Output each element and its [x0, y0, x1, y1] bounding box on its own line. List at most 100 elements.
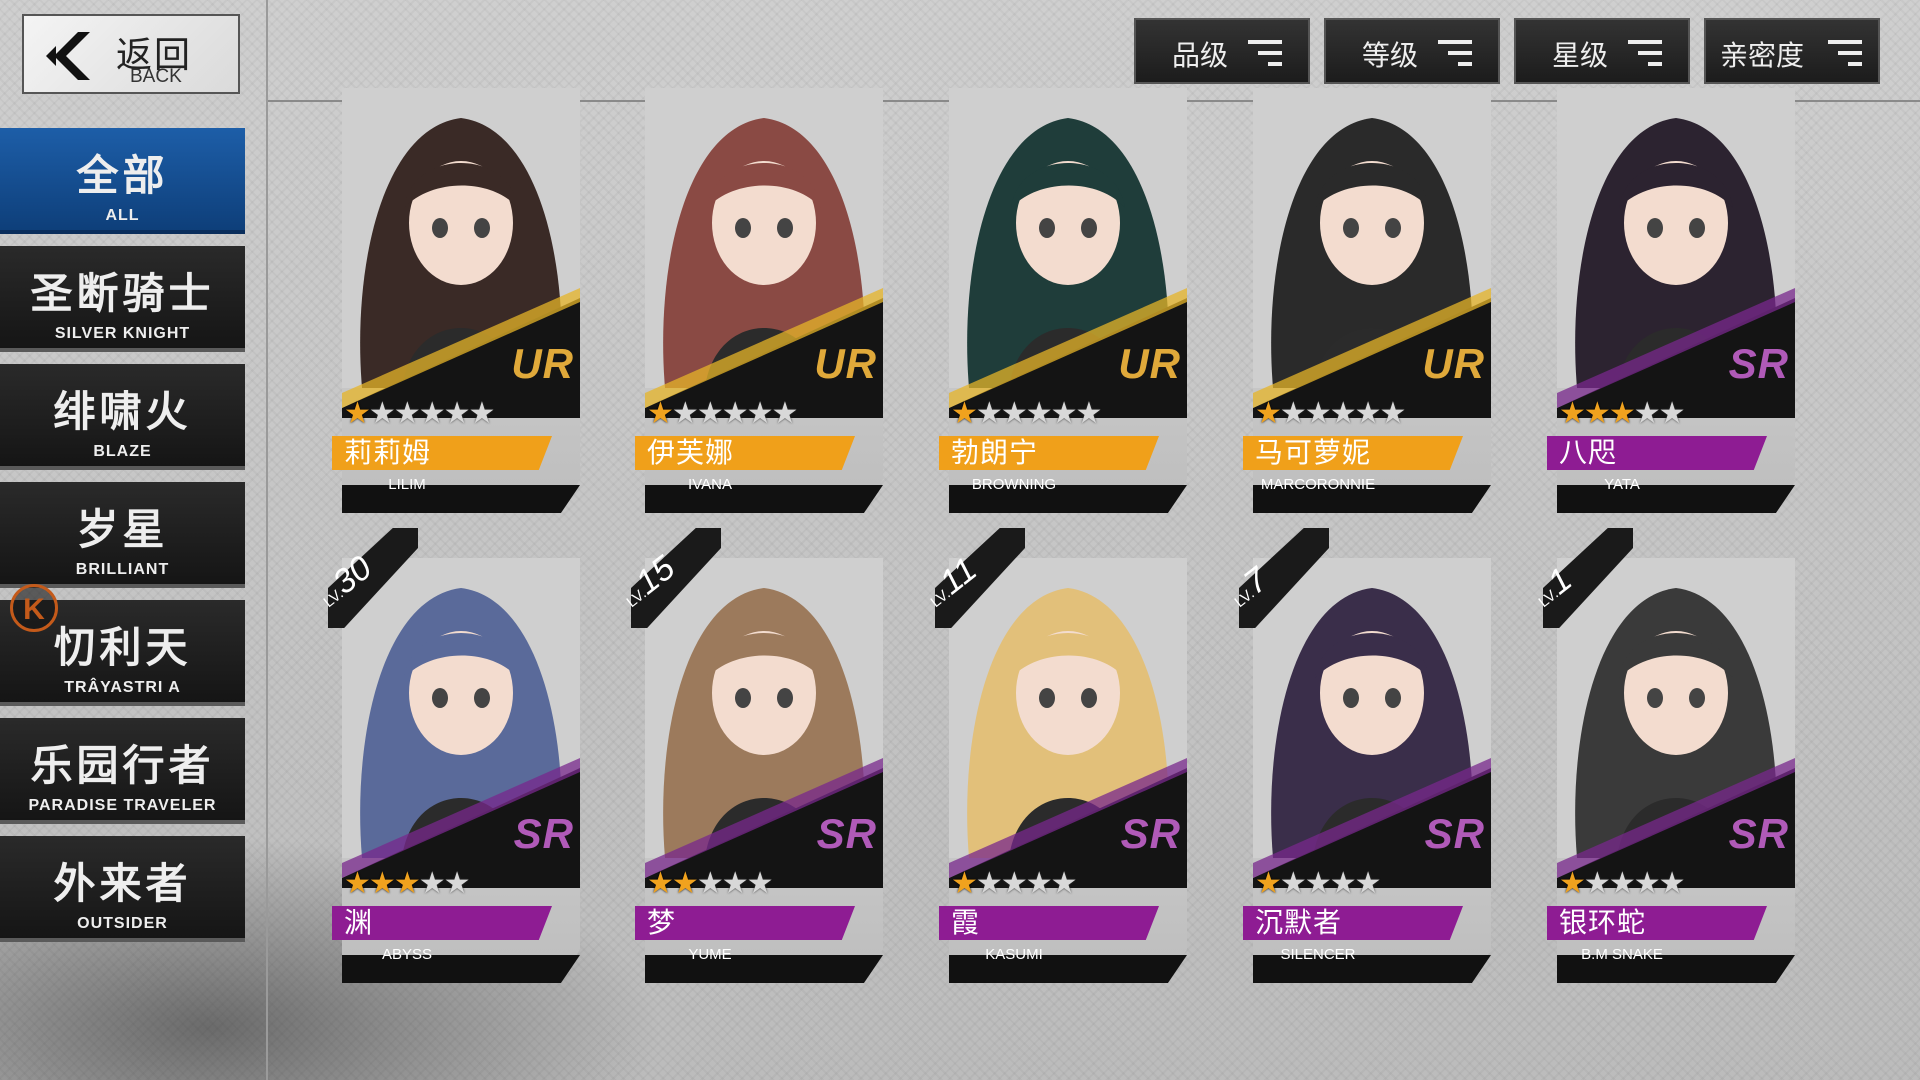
- star-icon: ★: [443, 396, 471, 431]
- star-icon: ★: [721, 866, 749, 901]
- character-card[interactable]: UR ★★★★★★ 莉莉姆 LILIM: [332, 88, 580, 513]
- sidebar-item-blaze[interactable]: 绯啸火 BLAZE: [0, 364, 245, 470]
- name-bar: 莉莉姆: [332, 436, 552, 470]
- back-button[interactable]: 返回 BACK: [22, 14, 240, 94]
- back-label-en: BACK: [130, 66, 182, 87]
- sort-level-button[interactable]: 等级: [1324, 18, 1500, 84]
- level-tag: LV.7: [1231, 528, 1329, 628]
- character-name-en: KASUMI: [985, 946, 1043, 963]
- star-icon: ★: [671, 396, 699, 431]
- star-icon: ★: [443, 866, 471, 901]
- sidebar-item-silver-knight[interactable]: 圣断骑士 SILVER KNIGHT: [0, 246, 245, 352]
- star-icon: ★: [746, 866, 774, 901]
- star-icon: ★: [1633, 396, 1661, 431]
- star-icon: ★: [721, 396, 749, 431]
- character-name: 霞: [951, 906, 981, 939]
- character-name: 银环蛇: [1559, 906, 1647, 939]
- name-bar: 银环蛇: [1547, 906, 1767, 940]
- star-icon: ★: [975, 866, 1003, 901]
- sidebar-item-sublabel: PARADISE TRAVELER: [28, 797, 217, 814]
- sidebar-item-sublabel: OUTSIDER: [77, 915, 168, 932]
- rarity-label: SR: [1728, 810, 1789, 857]
- star-icon: ★: [1279, 866, 1307, 901]
- star-icon: ★: [1658, 866, 1686, 901]
- sidebar-item-label: 外来者: [53, 859, 192, 908]
- sort-icon: [1438, 40, 1472, 66]
- character-name: 梦: [647, 906, 677, 939]
- star-icon: ★: [647, 866, 674, 901]
- star-icon: ★: [418, 866, 446, 901]
- character-card[interactable]: SR ★★★★★ 沉默者 SILENCER LV.7: [1231, 528, 1491, 983]
- character-name-en: B.M SNAKE: [1581, 946, 1663, 963]
- star-icon: ★: [1379, 396, 1407, 431]
- star-icon: ★: [393, 396, 421, 431]
- sort-rarity-button[interactable]: 品级: [1134, 18, 1310, 84]
- divider: [266, 0, 268, 1080]
- sort-label: 等级: [1362, 39, 1419, 72]
- name-bar: 勃朗宁: [939, 436, 1159, 470]
- sort-icon: [1248, 40, 1282, 66]
- character-card[interactable]: SR ★★★★★ 八咫 YATA: [1547, 88, 1795, 513]
- level-tag: LV.11: [927, 528, 1025, 628]
- rarity-label: SR: [513, 810, 574, 857]
- sidebar-item-sublabel: SILVER KNIGHT: [54, 325, 191, 342]
- character-name: 沉默者: [1255, 906, 1343, 939]
- character-name-en: BROWNING: [971, 476, 1057, 493]
- star-icon: ★: [951, 396, 978, 431]
- sidebar-item-label: 圣断骑士: [30, 269, 215, 318]
- star-rating: ★★★★★★: [344, 396, 495, 431]
- star-icon: ★: [1025, 396, 1053, 431]
- name-bar: 沉默者: [1243, 906, 1463, 940]
- star-icon: ★: [1304, 396, 1332, 431]
- character-name-en: IVANA: [688, 476, 732, 493]
- sort-stars-button[interactable]: 星级: [1514, 18, 1690, 84]
- level-tag: LV.1: [1535, 528, 1633, 628]
- star-icon: ★: [344, 396, 371, 431]
- star-rating: ★★★★★: [951, 866, 1078, 901]
- rarity-label: UR: [1118, 340, 1181, 387]
- level-tag: LV.15: [623, 528, 721, 628]
- star-rating: ★★★★★: [1559, 866, 1686, 901]
- sort-icon: [1628, 40, 1662, 66]
- star-icon: ★: [696, 396, 724, 431]
- star-icon: ★: [1559, 866, 1586, 901]
- character-card[interactable]: SR ★★★★★ 银环蛇 B.M SNAKE LV.1: [1535, 528, 1795, 983]
- sidebar-item-label: 全部: [76, 151, 169, 200]
- sidebar-item-outsider[interactable]: 外来者 OUTSIDER: [0, 836, 245, 942]
- star-icon: ★: [647, 396, 674, 431]
- character-card[interactable]: SR ★★★★★ 渊 ABYSS LV.30: [320, 528, 580, 983]
- sidebar-item-paradise-traveler[interactable]: 乐园行者 PARADISE TRAVELER: [0, 718, 245, 824]
- sidebar-item-sublabel: BLAZE: [93, 443, 152, 460]
- star-rating: ★★★★★: [1559, 396, 1686, 431]
- character-name-en: YUME: [688, 946, 732, 963]
- rarity-label: SR: [816, 810, 877, 857]
- name-bar: 八咫: [1547, 436, 1767, 470]
- star-icon: ★: [1608, 396, 1636, 431]
- rarity-label: UR: [814, 340, 877, 387]
- character-name: 马可萝妮: [1255, 436, 1372, 469]
- character-name-en: YATA: [1604, 476, 1640, 493]
- star-icon: ★: [1559, 396, 1586, 431]
- character-card[interactable]: SR ★★★★★ 梦 YUME LV.15: [623, 528, 883, 983]
- sidebar-item-all[interactable]: 全部 ALL: [0, 128, 245, 234]
- character-card[interactable]: UR ★★★★★★ 伊芙娜 IVANA: [635, 88, 883, 513]
- star-icon: ★: [975, 396, 1003, 431]
- sidebar-item-label: 绯啸火: [53, 387, 192, 436]
- star-icon: ★: [1329, 866, 1357, 901]
- character-card[interactable]: UR ★★★★★★ 勃朗宁 BROWNING: [939, 88, 1187, 513]
- character-name-en: ABYSS: [381, 946, 433, 963]
- character-name: 八咫: [1559, 436, 1618, 469]
- sort-label: 品级: [1172, 39, 1229, 72]
- name-bar: 渊: [332, 906, 552, 940]
- character-card[interactable]: UR ★★★★★★ 马可萝妮 MARCORONNIE: [1243, 88, 1491, 513]
- star-icon: ★: [1050, 866, 1078, 901]
- star-icon: ★: [1583, 396, 1611, 431]
- star-icon: ★: [1025, 866, 1053, 901]
- sidebar-item-label: 乐园行者: [30, 741, 215, 790]
- star-icon: ★: [393, 866, 421, 901]
- sidebar-item-label: 岁星: [76, 505, 169, 554]
- sidebar-item-brilliant[interactable]: 岁星 BRILLIANT: [0, 482, 245, 588]
- character-card[interactable]: SR ★★★★★ 霞 KASUMI LV.11: [927, 528, 1187, 983]
- rarity-label: SR: [1120, 810, 1181, 857]
- sort-affinity-button[interactable]: 亲密度: [1704, 18, 1880, 84]
